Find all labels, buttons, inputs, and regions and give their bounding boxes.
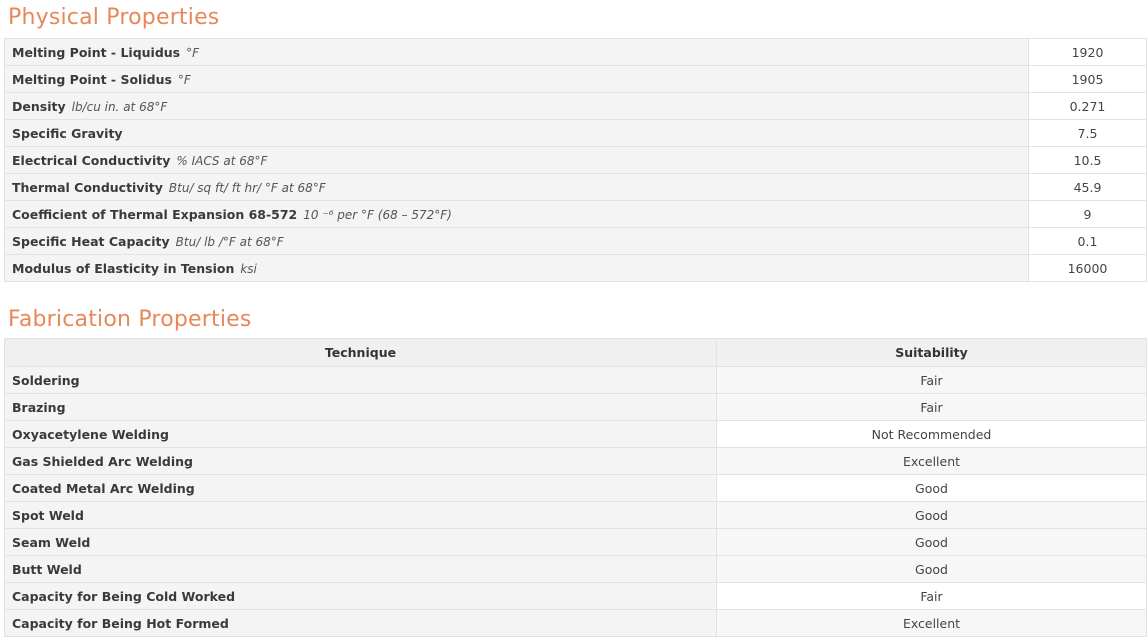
table-row: Butt Weld Good [4, 555, 1147, 583]
property-name: Specific Gravity [12, 125, 123, 141]
technique-cell: Butt Weld [4, 555, 717, 583]
suitability-cell: Good [716, 528, 1147, 556]
property-row: Melting Point - Liquidus °F 1920 [4, 38, 1147, 66]
suitability-cell: Good [716, 501, 1147, 529]
property-name: Thermal Conductivity [12, 179, 163, 195]
table-row: Oxyacetylene Welding Not Recommended [4, 420, 1147, 448]
property-value: 16000 [1028, 254, 1147, 282]
property-value: 7.5 [1028, 119, 1147, 147]
property-name: Specific Heat Capacity [12, 233, 170, 249]
technique-cell: Brazing [4, 393, 717, 421]
property-name: Melting Point - Liquidus [12, 44, 181, 60]
property-row: Specific Heat Capacity Btu/ lb /°F at 68°… [4, 227, 1147, 255]
property-value: 45.9 [1028, 173, 1147, 201]
property-row: Melting Point - Solidus °F 1905 [4, 65, 1147, 93]
technique-cell: Soldering [4, 366, 717, 394]
property-value: 0.1 [1028, 227, 1147, 255]
physical-properties-title: Physical Properties [8, 5, 220, 30]
technique-column-header: Technique [4, 338, 717, 367]
property-unit: lb/cu in. at 68°F [71, 99, 168, 114]
property-row: Density lb/cu in. at 68°F 0.271 [4, 92, 1147, 120]
property-unit: 10 ⁻⁶ per °F (68 – 572°F) [303, 207, 452, 222]
suitability-cell: Fair [716, 366, 1147, 394]
property-name: Density [12, 98, 66, 114]
table-row: Capacity for Being Cold Worked Fair [4, 582, 1147, 610]
table-row: Seam Weld Good [4, 528, 1147, 556]
property-name: Coefficient of Thermal Expansion 68-572 [12, 206, 298, 222]
property-name: Modulus of Elasticity in Tension [12, 260, 235, 276]
property-value: 1905 [1028, 65, 1147, 93]
property-row: Modulus of Elasticity in Tension ksi 1600… [4, 254, 1147, 282]
property-unit: °F [186, 45, 200, 60]
technique-cell: Capacity for Being Hot Formed [4, 609, 717, 637]
technique-cell: Capacity for Being Cold Worked [4, 582, 717, 610]
table-row: Spot Weld Good [4, 501, 1147, 529]
technique-cell: Coated Metal Arc Welding [4, 474, 717, 502]
table-header-row: Technique Suitability [4, 338, 1147, 367]
technique-cell: Spot Weld [4, 501, 717, 529]
property-value: 9 [1028, 200, 1147, 228]
suitability-cell: Good [716, 555, 1147, 583]
property-name: Electrical Conductivity [12, 152, 171, 168]
property-unit: % IACS at 68°F [176, 153, 268, 168]
property-row: Coefficient of Thermal Expansion 68-572 1… [4, 200, 1147, 228]
property-value: 1920 [1028, 38, 1147, 66]
suitability-cell: Good [716, 474, 1147, 502]
property-name: Melting Point - Solidus [12, 71, 172, 87]
suitability-cell: Excellent [716, 447, 1147, 475]
suitability-cell: Fair [716, 582, 1147, 610]
property-unit: Btu/ lb /°F at 68°F [175, 234, 284, 249]
suitability-cell: Not Recommended [716, 420, 1147, 448]
physical-properties-table: Melting Point - Liquidus °F 1920 Melting … [4, 38, 1147, 282]
property-row: Electrical Conductivity % IACS at 68°F 10… [4, 146, 1147, 174]
technique-cell: Oxyacetylene Welding [4, 420, 717, 448]
property-value: 0.271 [1028, 92, 1147, 120]
technique-cell: Seam Weld [4, 528, 717, 556]
suitability-column-header: Suitability [716, 338, 1147, 367]
property-row: Specific Gravity 7.5 [4, 119, 1147, 147]
table-row: Coated Metal Arc Welding Good [4, 474, 1147, 502]
fabrication-properties-table: Technique Suitability Soldering Fair Bra… [4, 338, 1147, 637]
suitability-cell: Excellent [716, 609, 1147, 637]
property-unit: °F [177, 72, 191, 87]
table-row: Gas Shielded Arc Welding Excellent [4, 447, 1147, 475]
property-unit: Btu/ sq ft/ ft hr/ °F at 68°F [168, 180, 326, 195]
property-row: Thermal Conductivity Btu/ sq ft/ ft hr/ °… [4, 173, 1147, 201]
property-value: 10.5 [1028, 146, 1147, 174]
fabrication-properties-title: Fabrication Properties [8, 307, 252, 332]
table-row: Soldering Fair [4, 366, 1147, 394]
table-row: Brazing Fair [4, 393, 1147, 421]
suitability-cell: Fair [716, 393, 1147, 421]
property-unit: ksi [240, 261, 257, 276]
table-row: Capacity for Being Hot Formed Excellent [4, 609, 1147, 637]
technique-cell: Gas Shielded Arc Welding [4, 447, 717, 475]
